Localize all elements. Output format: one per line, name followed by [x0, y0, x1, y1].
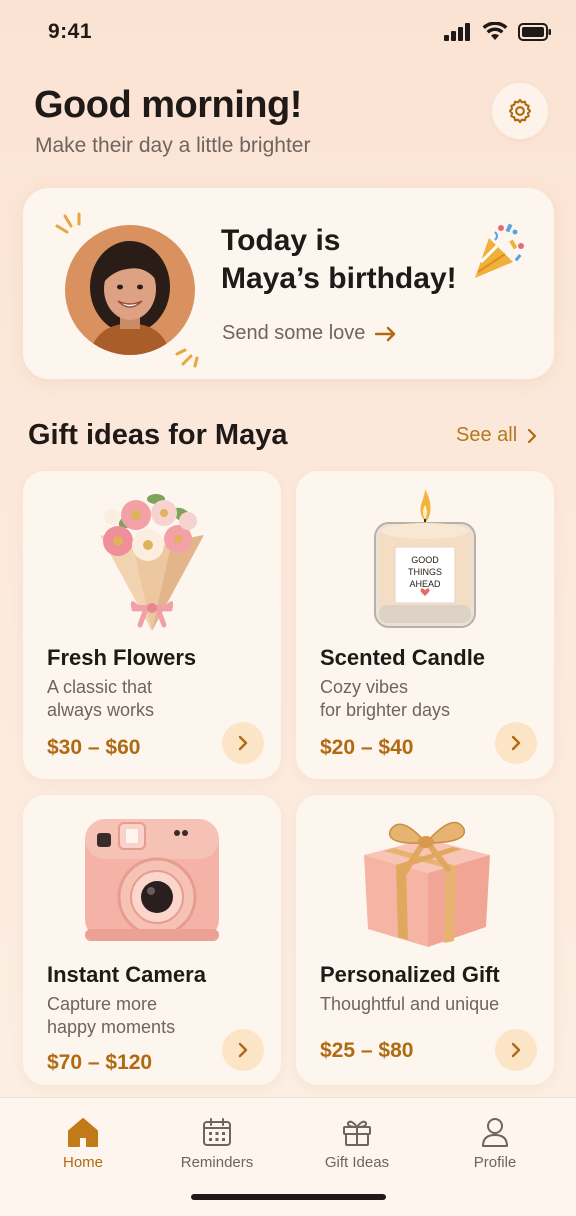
sparkle-icon: [175, 348, 199, 368]
candle-label-line: THINGS: [408, 567, 442, 577]
nav-item-home[interactable]: Home: [23, 1116, 143, 1171]
flower-bouquet-icon: [100, 494, 204, 631]
see-all-label: See all: [456, 424, 518, 446]
candle-label-line: AHEAD: [409, 579, 441, 589]
chevron-right-icon: [511, 1042, 521, 1058]
gift-card-personalized-gift[interactable]: Personalized Gift Thoughtful and unique …: [296, 795, 554, 1085]
greeting-subtitle: Make their day a little brighter: [35, 134, 311, 157]
sparkle-icon: [55, 212, 81, 234]
gift-card-instant-camera[interactable]: Instant Camera Capture more happy moment…: [23, 795, 281, 1085]
gift-description: Capture more happy moments: [47, 993, 247, 1039]
gift-desc-line: for brighter days: [320, 700, 451, 720]
send-love-label: Send some love: [222, 322, 366, 344]
chevron-right-icon: [238, 1042, 248, 1058]
send-love-link[interactable]: Send some love: [222, 322, 397, 345]
gift-arrow-button[interactable]: [495, 722, 537, 764]
gift-icon: [343, 1120, 371, 1146]
chevron-right-icon: [528, 428, 537, 443]
gift-box-icon: [364, 821, 490, 947]
gift-desc-line: Thoughtful and unique: [320, 994, 500, 1014]
chevron-right-icon: [238, 735, 248, 751]
person-icon: [482, 1118, 508, 1147]
nav-item-profile[interactable]: Profile: [435, 1116, 555, 1171]
gift-desc-line: happy moments: [47, 1017, 176, 1037]
arrow-right-icon: [375, 326, 396, 341]
gift-desc-line: A classic that: [47, 677, 153, 697]
home-indicator[interactable]: [191, 1194, 386, 1200]
nav-label-reminders: Reminders: [180, 1154, 254, 1171]
birthday-card[interactable]: Today is Maya’s birthday! Send some love: [23, 188, 554, 379]
gift-price: $30 – $60: [47, 736, 141, 759]
gift-name: Instant Camera: [47, 962, 206, 987]
gift-desc-line: always works: [47, 700, 155, 720]
see-all-link[interactable]: See all: [456, 424, 537, 447]
flower-bouquet-illustration: [23, 485, 281, 635]
cellular-signal-icon: [444, 22, 470, 41]
gift-section-title: Gift ideas for Maya: [28, 419, 288, 451]
gift-name: Personalized Gift: [320, 962, 500, 987]
gear-icon: [508, 98, 532, 124]
gift-price: $25 – $80: [320, 1039, 414, 1062]
gift-name: Fresh Flowers: [47, 645, 197, 670]
camera-illustration: [23, 809, 281, 959]
nav-label-profile: Profile: [473, 1154, 517, 1171]
gift-arrow-button[interactable]: [222, 722, 264, 764]
gift-price: $70 – $120: [47, 1051, 153, 1074]
settings-button[interactable]: [492, 83, 548, 139]
status-icons: [444, 22, 552, 41]
gift-card-fresh-flowers[interactable]: Fresh Flowers A classic that always work…: [23, 471, 281, 779]
calendar-icon: [203, 1118, 231, 1146]
battery-icon: [518, 22, 551, 41]
camera-icon: [85, 819, 219, 941]
gift-name: Scented Candle: [320, 645, 486, 670]
wifi-icon: [482, 22, 508, 40]
home-icon: [68, 1118, 98, 1147]
nav-label-gift-ideas: Gift Ideas: [324, 1154, 390, 1171]
maya-portrait: [65, 225, 195, 355]
gift-card-scented-candle[interactable]: GOOD THINGS AHEAD Scented Candle Cozy vi…: [296, 471, 554, 779]
candle-label-line: GOOD: [411, 555, 439, 565]
gift-price: $20 – $40: [320, 736, 414, 759]
candle-icon: GOOD THINGS AHEAD: [374, 489, 476, 628]
birthday-title-line1: Today is: [221, 224, 341, 257]
gift-description: Cozy vibes for brighter days: [320, 676, 520, 722]
birthday-title-line2: Maya’s birthday!: [221, 262, 457, 295]
gift-arrow-button[interactable]: [495, 1029, 537, 1071]
avatar: [65, 225, 195, 355]
gift-arrow-button[interactable]: [222, 1029, 264, 1071]
status-time: 9:41: [48, 20, 93, 43]
nav-item-reminders[interactable]: Reminders: [157, 1116, 277, 1171]
gift-description: Thoughtful and unique: [320, 993, 540, 1016]
nav-item-gift-ideas[interactable]: Gift Ideas: [297, 1116, 417, 1171]
status-bar: 9:41: [0, 0, 576, 68]
gift-box-illustration: [296, 809, 554, 959]
gift-desc-line: Cozy vibes: [320, 677, 409, 697]
gift-desc-line: Capture more: [47, 994, 158, 1014]
gift-description: A classic that always works: [47, 676, 247, 722]
nav-label-home: Home: [62, 1154, 103, 1171]
chevron-right-icon: [511, 735, 521, 751]
party-popper-icon: [475, 223, 524, 278]
candle-illustration: GOOD THINGS AHEAD: [296, 485, 554, 635]
greeting-title: Good morning!: [34, 84, 302, 126]
